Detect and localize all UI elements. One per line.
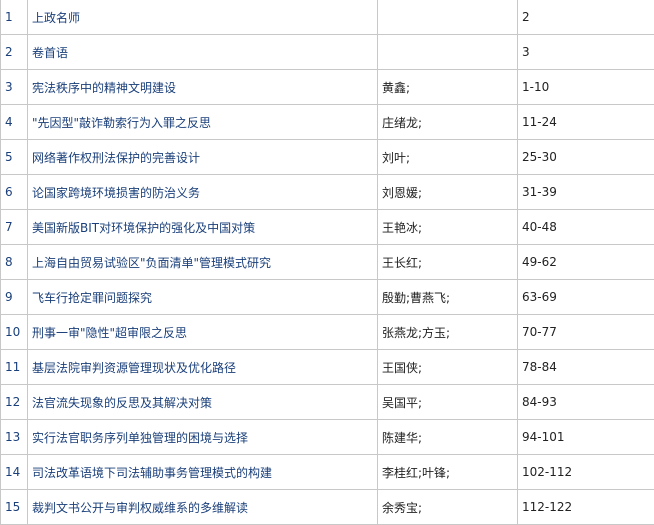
article-table: 1上政名师22卷首语33宪法秩序中的精神文明建设黄鑫;1-104"先因型"敲诈勒… xyxy=(0,0,654,525)
page-range: 2 xyxy=(518,0,654,35)
article-title-link[interactable]: 裁判文书公开与审判权威维系的多维解读 xyxy=(28,490,378,525)
article-author: 王国侠; xyxy=(378,350,518,385)
table-row: 14司法改革语境下司法辅助事务管理模式的构建李桂红;叶锋;102-112 xyxy=(1,455,654,490)
page-range: 3 xyxy=(518,35,654,70)
article-title-link[interactable]: "先因型"敲诈勒索行为入罪之反思 xyxy=(28,105,378,140)
row-number: 1 xyxy=(1,0,28,35)
row-number: 14 xyxy=(1,455,28,490)
page-range: 63-69 xyxy=(518,280,654,315)
article-author xyxy=(378,0,518,35)
row-number: 7 xyxy=(1,210,28,245)
table-row: 11基层法院审判资源管理现状及优化路径王国侠;78-84 xyxy=(1,350,654,385)
page-range: 25-30 xyxy=(518,140,654,175)
page-range: 49-62 xyxy=(518,245,654,280)
article-title-link[interactable]: 飞车行抢定罪问题探究 xyxy=(28,280,378,315)
article-title-link[interactable]: 刑事一审"隐性"超审限之反思 xyxy=(28,315,378,350)
table-row: 2卷首语 3 xyxy=(1,35,654,70)
table-row: 15裁判文书公开与审判权威维系的多维解读余秀宝;112-122 xyxy=(1,490,654,525)
page-range: 78-84 xyxy=(518,350,654,385)
article-title-link[interactable]: 实行法官职务序列单独管理的困境与选择 xyxy=(28,420,378,455)
article-author: 刘恩媛; xyxy=(378,175,518,210)
page-range: 112-122 xyxy=(518,490,654,525)
page-range: 40-48 xyxy=(518,210,654,245)
article-author: 张燕龙;方玉; xyxy=(378,315,518,350)
article-author: 李桂红;叶锋; xyxy=(378,455,518,490)
page-range: 102-112 xyxy=(518,455,654,490)
row-number: 9 xyxy=(1,280,28,315)
table-row: 1上政名师 2 xyxy=(1,0,654,35)
table-row: 12法官流失现象的反思及其解决对策吴国平;84-93 xyxy=(1,385,654,420)
table-row: 8上海自由贸易试验区"负面清单"管理模式研究王长红;49-62 xyxy=(1,245,654,280)
page-range: 31-39 xyxy=(518,175,654,210)
row-number: 3 xyxy=(1,70,28,105)
page-range: 94-101 xyxy=(518,420,654,455)
article-author: 黄鑫; xyxy=(378,70,518,105)
page-range: 11-24 xyxy=(518,105,654,140)
article-table-body: 1上政名师22卷首语33宪法秩序中的精神文明建设黄鑫;1-104"先因型"敲诈勒… xyxy=(1,0,654,525)
article-author xyxy=(378,35,518,70)
table-row: 10刑事一审"隐性"超审限之反思张燕龙;方玉;70-77 xyxy=(1,315,654,350)
article-author: 王长红; xyxy=(378,245,518,280)
article-title-link[interactable]: 上海自由贸易试验区"负面清单"管理模式研究 xyxy=(28,245,378,280)
article-title-link[interactable]: 法官流失现象的反思及其解决对策 xyxy=(28,385,378,420)
article-author: 庄绪龙; xyxy=(378,105,518,140)
article-title-link[interactable]: 论国家跨境环境损害的防治义务 xyxy=(28,175,378,210)
table-row: 5网络著作权刑法保护的完善设计刘叶;25-30 xyxy=(1,140,654,175)
article-author: 殷勤;曹燕飞; xyxy=(378,280,518,315)
row-number: 8 xyxy=(1,245,28,280)
article-author: 余秀宝; xyxy=(378,490,518,525)
table-row: 9飞车行抢定罪问题探究殷勤;曹燕飞;63-69 xyxy=(1,280,654,315)
article-title-link[interactable]: 宪法秩序中的精神文明建设 xyxy=(28,70,378,105)
article-author: 陈建华; xyxy=(378,420,518,455)
row-number: 11 xyxy=(1,350,28,385)
article-author: 刘叶; xyxy=(378,140,518,175)
table-row: 6论国家跨境环境损害的防治义务刘恩媛;31-39 xyxy=(1,175,654,210)
row-number: 12 xyxy=(1,385,28,420)
article-title-link[interactable]: 美国新版BIT对环境保护的强化及中国对策 xyxy=(28,210,378,245)
page-range: 70-77 xyxy=(518,315,654,350)
table-row: 13实行法官职务序列单独管理的困境与选择陈建华;94-101 xyxy=(1,420,654,455)
table-row: 7美国新版BIT对环境保护的强化及中国对策王艳冰;40-48 xyxy=(1,210,654,245)
article-author: 吴国平; xyxy=(378,385,518,420)
row-number: 10 xyxy=(1,315,28,350)
row-number: 4 xyxy=(1,105,28,140)
article-title-link[interactable]: 司法改革语境下司法辅助事务管理模式的构建 xyxy=(28,455,378,490)
article-title-link[interactable]: 网络著作权刑法保护的完善设计 xyxy=(28,140,378,175)
article-title-link[interactable]: 卷首语 xyxy=(28,35,378,70)
page-range: 84-93 xyxy=(518,385,654,420)
article-title-link[interactable]: 基层法院审判资源管理现状及优化路径 xyxy=(28,350,378,385)
row-number: 2 xyxy=(1,35,28,70)
table-row: 3宪法秩序中的精神文明建设黄鑫;1-10 xyxy=(1,70,654,105)
page-range: 1-10 xyxy=(518,70,654,105)
article-title-link[interactable]: 上政名师 xyxy=(28,0,378,35)
row-number: 5 xyxy=(1,140,28,175)
article-author: 王艳冰; xyxy=(378,210,518,245)
table-row: 4"先因型"敲诈勒索行为入罪之反思庄绪龙;11-24 xyxy=(1,105,654,140)
row-number: 6 xyxy=(1,175,28,210)
row-number: 13 xyxy=(1,420,28,455)
row-number: 15 xyxy=(1,490,28,525)
